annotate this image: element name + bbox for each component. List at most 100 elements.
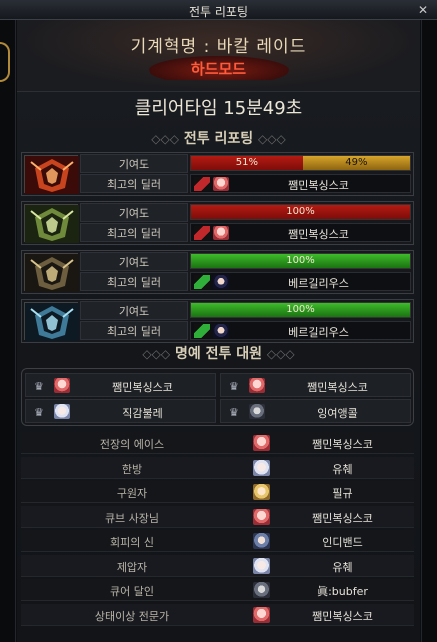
honor-member[interactable]: ♛ 직감불레 [25,399,216,423]
best-dealer-row: 최고의 딜러 쨈민복싱스코 [80,223,413,243]
award-winner-name: 쨈민복싱스코 [312,511,373,525]
raid-header: 기계혁명 : 바칼 레이드 하드모드 [17,20,420,92]
ornament-icon: ◇◇◇ [142,347,171,361]
avatar [213,275,229,289]
crown-icon: ♛ [229,380,239,393]
raid-name: 기계혁명 : 바칼 레이드 [130,37,307,57]
contribution-bar: 100% [190,253,411,269]
boss-report-card: 기여도 100% 최고의 딜러 베르길리우스 [21,299,414,343]
award-title: 상태이상 전문가 [94,609,170,623]
best-dealer-label: 최고의 딜러 [80,272,188,291]
contribution-label: 기여도 [80,154,188,173]
best-dealer-label: 최고의 딜러 [80,321,188,340]
member-name: 쨈민복싱스코 [307,381,368,394]
award-winner-name: 쨈민복싱스코 [312,438,373,451]
boss-report-card: 기여도 100% 최고의 딜러 베르길리우스 [21,250,414,294]
class-icon [194,324,210,338]
class-icon [194,275,210,289]
ornament-icon: ◇◇◇ [151,132,179,146]
dealer-name: 쨈민복싱스코 [288,179,349,192]
honor-member[interactable]: ♛ 쨈민복싱스코 [220,373,411,397]
close-icon[interactable]: ✕ [415,2,431,18]
member-name: 쨈민복싱스코 [112,381,173,394]
avatar [253,435,270,451]
avatar [213,226,229,240]
award-row: 전장의 에이스 쨈민복싱스코 [21,432,414,454]
contribution-segment: 49% [302,156,410,170]
boss-report-card: 기여도 51% 49% 최고의 딜러 쨈민복싱스코 [21,152,414,196]
award-title: 큐어 달인 [110,585,154,598]
avatar [253,606,270,623]
left-border [0,20,16,642]
report-section-title: ◇◇◇ 전투 리포팅 ◇◇◇ [17,128,420,148]
best-dealer-box: 쨈민복싱스코 [190,174,411,193]
avatar [253,484,270,500]
contribution-label: 기여도 [80,203,188,222]
avatar [253,557,270,574]
award-row: 상태이상 전문가 쨈민복싱스코 [21,603,414,626]
avatar [213,177,229,191]
avatar [253,508,270,525]
avatar [249,404,265,419]
best-dealer-row: 최고의 딜러 베르길리우스 [80,272,413,292]
best-dealer-row: 최고의 딜러 베르길리우스 [80,321,413,341]
award-title: 제압자 [116,560,148,574]
boss-portrait [24,204,79,243]
best-dealer-row: 최고의 딜러 쨈민복싱스코 [80,174,413,194]
crown-icon: ♛ [229,406,239,419]
best-dealer-box: 베르길리우스 [190,321,411,340]
boss-report-card: 기여도 100% 최고의 딜러 쨈민복싱스코 [21,201,414,245]
clear-time: 클리어타임 15분49초 [134,98,303,119]
dealer-name: 베르길리우스 [288,277,349,290]
contribution-row: 기여도 51% 49% [80,154,413,174]
award-winner-name: 眞:bubfer [317,585,368,598]
right-border [421,20,437,642]
crown-icon: ♛ [34,406,44,419]
award-row: 구원자 필규 [21,481,414,503]
award-winner-name: 인디밴드 [322,536,363,549]
boss-portrait [24,253,79,292]
avatar [213,324,229,338]
honor-section-title: ◇◇◇ 명예 전투 대원 ◇◇◇ [17,343,420,363]
award-winner-name: 쨈민복싱스코 [312,609,373,623]
section-title-text: 전투 리포팅 [183,131,254,147]
honor-members-box: ♛ 쨈민복싱스코 ♛ 쨈민복싱스코 ♛ 직감불레 ♛ 잉여앵콜 [21,368,414,426]
class-icon [194,177,210,191]
best-dealer-label: 최고의 딜러 [80,223,188,242]
class-icon [194,226,210,240]
ornament-icon: ◇◇◇ [258,132,286,146]
contribution-segment: 100% [191,254,410,268]
crown-icon: ♛ [34,380,44,393]
honor-member[interactable]: ♛ 쨈민복싱스코 [25,373,216,397]
boss-portrait [24,302,79,341]
honor-member[interactable]: ♛ 잉여앵콜 [220,399,411,423]
dealer-name: 베르길리우스 [288,326,349,339]
contribution-row: 기여도 100% [80,301,413,321]
avatar [253,582,270,598]
dealer-name: 쨈민복싱스코 [288,228,349,241]
contribution-label: 기여도 [80,301,188,320]
frame-ornament [0,42,10,82]
contribution-segment: 51% [191,156,303,170]
contribution-segment: 100% [191,303,410,317]
award-title: 전장의 에이스 [99,438,165,451]
battle-report-panel: 기계혁명 : 바칼 레이드 하드모드 클리어타임 15분49초 ◇◇◇ 전투 리… [17,20,420,642]
best-dealer-box: 쨈민복싱스코 [190,223,411,242]
member-name: 직감불레 [122,407,163,420]
best-dealer-box: 베르길리우스 [190,272,411,291]
boss-portrait [24,155,79,194]
award-row: 큐브 사장님 쨈민복싱스코 [21,505,414,528]
award-winner-name: 유췌 [332,462,353,476]
award-title: 한방 [121,462,143,476]
best-dealer-label: 최고의 딜러 [80,174,188,193]
window-title: 전투 리포팅 [188,5,248,19]
ornament-icon: ◇◇◇ [266,347,295,361]
member-name: 잉여앵콜 [317,407,358,420]
contribution-bar: 100% [190,204,411,220]
contribution-label: 기여도 [80,252,188,271]
avatar [249,378,265,393]
contribution-bar: 100% [190,302,411,318]
award-title: 큐브 사장님 [104,511,160,525]
award-row: 한방 유췌 [21,456,414,479]
award-title: 구원자 [116,487,148,500]
